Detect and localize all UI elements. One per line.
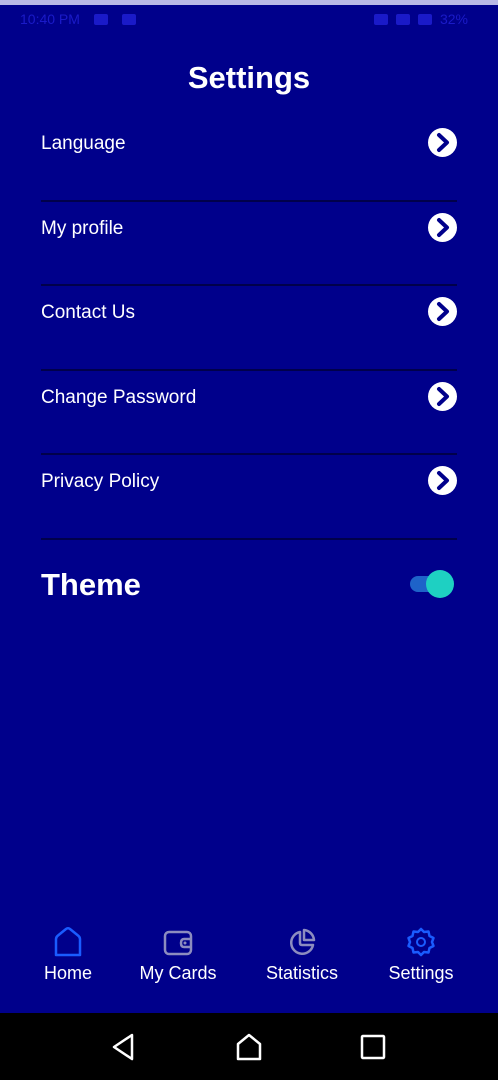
settings-item-label: Language — [41, 133, 126, 154]
home-system-icon[interactable] — [233, 1031, 265, 1063]
page-title: Settings — [187, 60, 311, 95]
theme-toggle[interactable] — [408, 570, 454, 598]
status-left: 10:40 PM — [20, 11, 136, 27]
settings-item-label: Contact Us — [41, 302, 135, 323]
gear-icon — [407, 927, 435, 957]
status-right: 32% — [373, 11, 468, 27]
status-bar: 10:40 PM 32% — [0, 0, 498, 34]
chevron-right-icon[interactable] — [428, 128, 457, 157]
settings-item-my-profile[interactable]: My profile — [41, 202, 457, 286]
chevron-right-icon[interactable] — [428, 381, 457, 411]
home-icon — [54, 927, 82, 957]
settings-item-change-password[interactable]: Change Password — [41, 371, 457, 455]
settings-item-language[interactable]: Language — [41, 117, 457, 202]
chevron-right-icon[interactable] — [428, 212, 457, 242]
settings-item-label: My profile — [41, 217, 124, 239]
status-battery: 32% — [439, 11, 468, 27]
toggle-thumb — [426, 570, 454, 598]
settings-item-contact-us[interactable]: Contact Us — [41, 286, 457, 371]
nav-label: My Cards — [139, 963, 217, 983]
pie-chart-icon — [290, 928, 316, 955]
settings-item-label: Privacy Policy — [41, 471, 160, 492]
nav-label: Home — [43, 963, 92, 983]
back-icon[interactable] — [108, 1031, 140, 1063]
settings-list: Language My profile Contact Us Change Pa… — [41, 117, 457, 540]
status-time: 10:40 PM — [20, 11, 80, 27]
bottom-nav: Home My Cards Statistics Settings — [0, 925, 498, 1013]
nav-label: Statistics — [265, 963, 339, 983]
nav-item-settings[interactable]: Settings — [381, 925, 461, 984]
nav-item-my-cards[interactable]: My Cards — [133, 925, 223, 984]
chevron-right-icon[interactable] — [428, 297, 457, 326]
recents-icon[interactable] — [357, 1031, 389, 1063]
settings-item-label: Change Password — [41, 386, 197, 408]
wallet-icon — [163, 930, 193, 956]
chevron-right-icon[interactable] — [428, 466, 457, 495]
system-nav-bar — [0, 1013, 498, 1080]
theme-row: Theme — [41, 563, 457, 607]
signal-icon — [373, 13, 388, 25]
notification-icon — [93, 13, 108, 25]
nav-item-statistics[interactable]: Statistics — [257, 925, 347, 984]
nav-item-home[interactable]: Home — [35, 925, 101, 984]
message-icon — [121, 13, 136, 25]
wifi-icon — [395, 13, 410, 25]
theme-label: Theme — [41, 567, 141, 602]
battery-icon — [417, 13, 432, 25]
settings-item-privacy-policy[interactable]: Privacy Policy — [41, 455, 457, 540]
nav-label: Settings — [388, 963, 454, 983]
